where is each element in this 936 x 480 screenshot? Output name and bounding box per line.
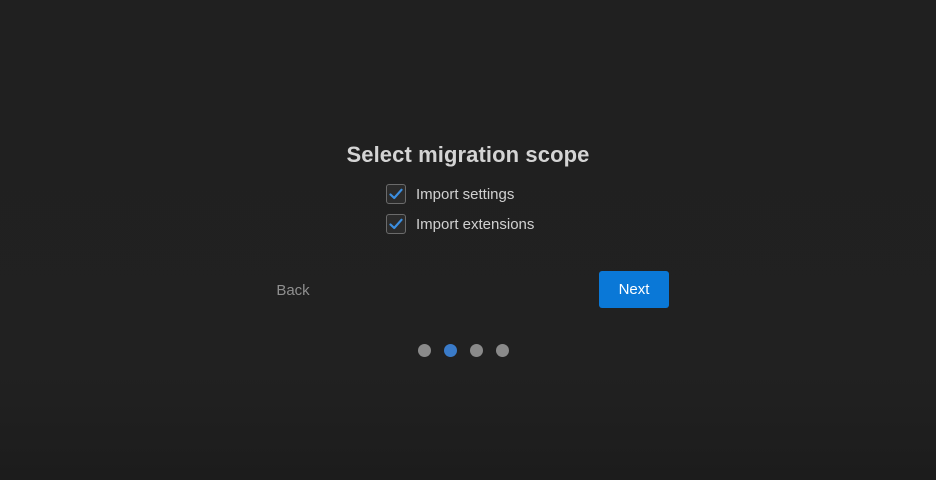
step-dot-3[interactable] [470,344,483,357]
back-button[interactable]: Back [262,272,324,308]
import-settings-checkbox[interactable] [386,184,406,204]
step-indicator [418,344,509,357]
import-settings-label: Import settings [416,185,515,203]
step-dot-1[interactable] [418,344,431,357]
checkmark-icon [389,218,403,230]
checkmark-icon [389,188,403,200]
import-extensions-checkbox[interactable] [386,214,406,234]
import-extensions-option[interactable]: Import extensions [386,214,534,234]
import-settings-option[interactable]: Import settings [386,184,514,204]
step-dot-2[interactable] [444,344,457,357]
migration-dialog: Select migration scope Import settings I… [0,0,936,480]
step-dot-4[interactable] [496,344,509,357]
next-button[interactable]: Next [599,271,669,308]
import-extensions-label: Import extensions [416,215,535,233]
page-title: Select migration scope [346,142,590,167]
